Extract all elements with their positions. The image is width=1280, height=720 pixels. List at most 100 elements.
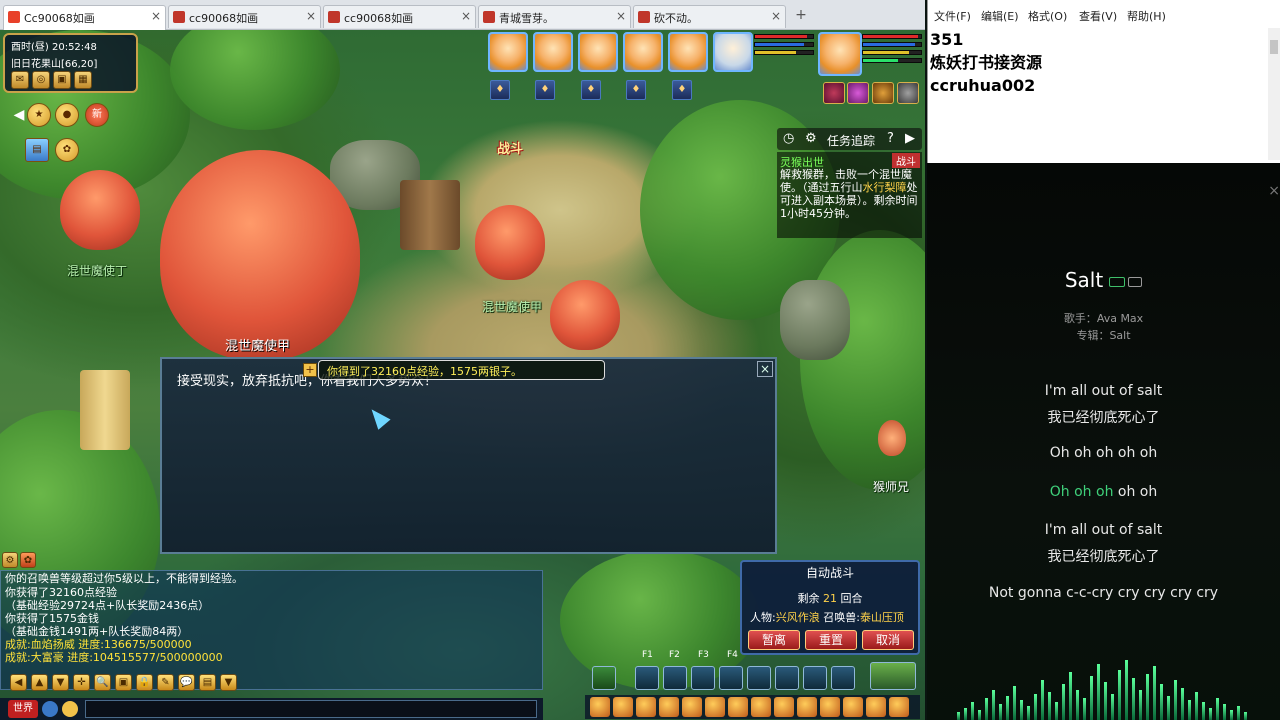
menu-file[interactable]: 文件(F) xyxy=(934,8,971,24)
mv-icon[interactable] xyxy=(1128,276,1143,287)
party-member-portrait[interactable] xyxy=(488,32,528,72)
tab-4[interactable]: 青城雪芽。 × xyxy=(478,5,631,28)
party-member-portrait[interactable] xyxy=(623,32,663,72)
character-skill[interactable]: 兴风作浪 xyxy=(776,611,820,624)
chat-search-icon[interactable]: 🔍 xyxy=(94,674,111,691)
skill-slot[interactable] xyxy=(831,666,855,690)
npc-dialog[interactable]: 接受现实，放弃抵抗吧，你看我们人多势众！ × xyxy=(160,357,777,554)
monster-left[interactable] xyxy=(60,170,140,250)
item-slot[interactable] xyxy=(797,697,817,717)
party-member-portrait[interactable] xyxy=(533,32,573,72)
pause-button[interactable]: 暂离 xyxy=(748,630,800,650)
skill-slot[interactable] xyxy=(635,666,659,690)
party-member-portrait[interactable] xyxy=(578,32,618,72)
item-slot[interactable] xyxy=(774,697,794,717)
close-tab-icon[interactable]: × xyxy=(616,9,626,23)
monster-center[interactable] xyxy=(475,205,545,280)
chat-move-icon[interactable]: ✛ xyxy=(73,674,90,691)
chat-left-icon[interactable]: ◀ xyxy=(10,674,27,691)
item-slot[interactable] xyxy=(820,697,840,717)
item-slot[interactable] xyxy=(889,697,909,717)
clock-icon[interactable]: ◷ xyxy=(783,131,794,146)
chat-edit-icon[interactable]: ✎ xyxy=(157,674,174,691)
item-slot[interactable] xyxy=(751,697,771,717)
menu-help[interactable]: 帮助(H) xyxy=(1127,8,1166,24)
quest-tracker-header[interactable]: ◷ ⚙ 任务追踪 ? ▶ xyxy=(777,128,922,150)
close-icon[interactable]: × xyxy=(1268,183,1280,199)
monster-right[interactable] xyxy=(550,280,620,350)
item-slot[interactable] xyxy=(866,697,886,717)
skill-slot[interactable] xyxy=(719,666,743,690)
item-slot[interactable] xyxy=(705,697,725,717)
skill-slot[interactable] xyxy=(803,666,827,690)
cancel-button[interactable]: 取消 xyxy=(862,630,914,650)
chat-pet-icon[interactable]: ✿ xyxy=(20,552,36,568)
chat-filter-icon[interactable]: ▣ xyxy=(115,674,132,691)
skill-slot[interactable] xyxy=(663,666,687,690)
party-member-portrait[interactable] xyxy=(668,32,708,72)
help-icon[interactable]: ? xyxy=(887,131,894,146)
close-tab-icon[interactable]: × xyxy=(306,9,316,23)
quest-body[interactable]: 灵猴出世 战斗 解救猴群，击败一个混世魔使。（通过五行山水行梨障处可进入副本场景… xyxy=(777,152,922,238)
close-icon[interactable]: × xyxy=(757,361,773,377)
helper-npc[interactable] xyxy=(878,420,906,456)
chat-settings-icon[interactable]: ⚙ xyxy=(2,552,18,568)
tab-3[interactable]: cc90068如画 × xyxy=(323,5,476,28)
item-slot[interactable] xyxy=(613,697,633,717)
menu-format[interactable]: 格式(O) xyxy=(1028,8,1067,24)
chat-log[interactable]: 你的召唤兽等级超过你5级以上，不能得到经验。 你获得了32160点经验 （基础经… xyxy=(0,570,543,690)
item-slot[interactable] xyxy=(843,697,863,717)
microphone-icon[interactable] xyxy=(42,701,58,717)
chat-list-icon[interactable]: ▤ xyxy=(199,674,216,691)
tab-1[interactable]: Cc90068如画 × xyxy=(3,5,166,30)
pet-portrait[interactable] xyxy=(713,32,753,72)
menu-edit[interactable]: 编辑(E) xyxy=(981,8,1019,24)
guard-icon[interactable] xyxy=(897,82,919,104)
expand-icon[interactable]: + xyxy=(303,363,317,377)
tab-5[interactable]: 砍不动。 × xyxy=(633,5,786,28)
item-slot[interactable] xyxy=(728,697,748,717)
chat-input[interactable] xyxy=(85,700,537,718)
gear-icon[interactable]: ⚙ xyxy=(805,131,817,146)
item-slot[interactable] xyxy=(636,697,656,717)
buff-icon[interactable]: ♦ xyxy=(672,80,692,100)
skill-slot[interactable] xyxy=(747,666,771,690)
buff-icon[interactable]: ♦ xyxy=(626,80,646,100)
chat-line[interactable]: 成就:大富豪 进度:104515577/500000000 xyxy=(5,652,223,664)
buff-icon[interactable]: ♦ xyxy=(490,80,510,100)
quest-link[interactable]: 水行梨障 xyxy=(863,181,907,194)
map-icon[interactable]: ◎ xyxy=(32,71,50,89)
notepad-text-area[interactable]: 351 炼妖打书接资源 ccruhua002 xyxy=(930,28,1042,97)
skill-slot[interactable] xyxy=(691,666,715,690)
tab-2[interactable]: cc90068如画 × xyxy=(168,5,321,28)
chat-down-icon[interactable]: ▼ xyxy=(52,674,69,691)
menu-view[interactable]: 查看(V) xyxy=(1079,8,1117,24)
notepad-scrollbar[interactable] xyxy=(1268,28,1280,160)
player-portrait[interactable] xyxy=(818,32,862,76)
chat-lock-icon[interactable]: 🔒 xyxy=(136,674,153,691)
system-settings-icon[interactable] xyxy=(592,666,616,690)
close-tab-icon[interactable]: × xyxy=(461,9,471,23)
chat-line[interactable]: 成就:血焰扬威 进度:136675/500000 xyxy=(5,639,192,651)
pet-skill[interactable]: 泰山压顶 xyxy=(860,611,904,624)
buff-icon[interactable]: ♦ xyxy=(535,80,555,100)
bag-icon[interactable]: ▣ xyxy=(53,71,71,89)
close-tab-icon[interactable]: × xyxy=(151,9,161,23)
shop-icon[interactable]: ▤ xyxy=(25,138,49,162)
new-tab-button[interactable]: + xyxy=(793,8,809,24)
new-icon[interactable]: 新 xyxy=(85,103,109,127)
heart-icon[interactable] xyxy=(823,82,845,104)
buff-icon[interactable]: ♦ xyxy=(581,80,601,100)
monster-boss[interactable] xyxy=(160,150,360,360)
map-location[interactable]: 旧日花果山[66,20] xyxy=(11,55,97,70)
battle-flag[interactable]: 战斗 xyxy=(497,138,523,157)
skill-slot[interactable] xyxy=(775,666,799,690)
calendar-icon[interactable]: ▦ xyxy=(74,71,92,89)
chat-more-icon[interactable]: ▼ xyxy=(220,674,237,691)
emoji-icon[interactable] xyxy=(62,701,78,717)
chat-up-icon[interactable]: ▲ xyxy=(31,674,48,691)
skill-icon[interactable] xyxy=(872,82,894,104)
game-viewport[interactable]: 混世魔使丁 混世魔使甲 猴师兄 混世魔使甲 战斗 酉时(昼) 20:52:48 … xyxy=(0,30,925,720)
activity-icon[interactable]: ★ xyxy=(27,103,51,127)
magic-icon[interactable] xyxy=(847,82,869,104)
